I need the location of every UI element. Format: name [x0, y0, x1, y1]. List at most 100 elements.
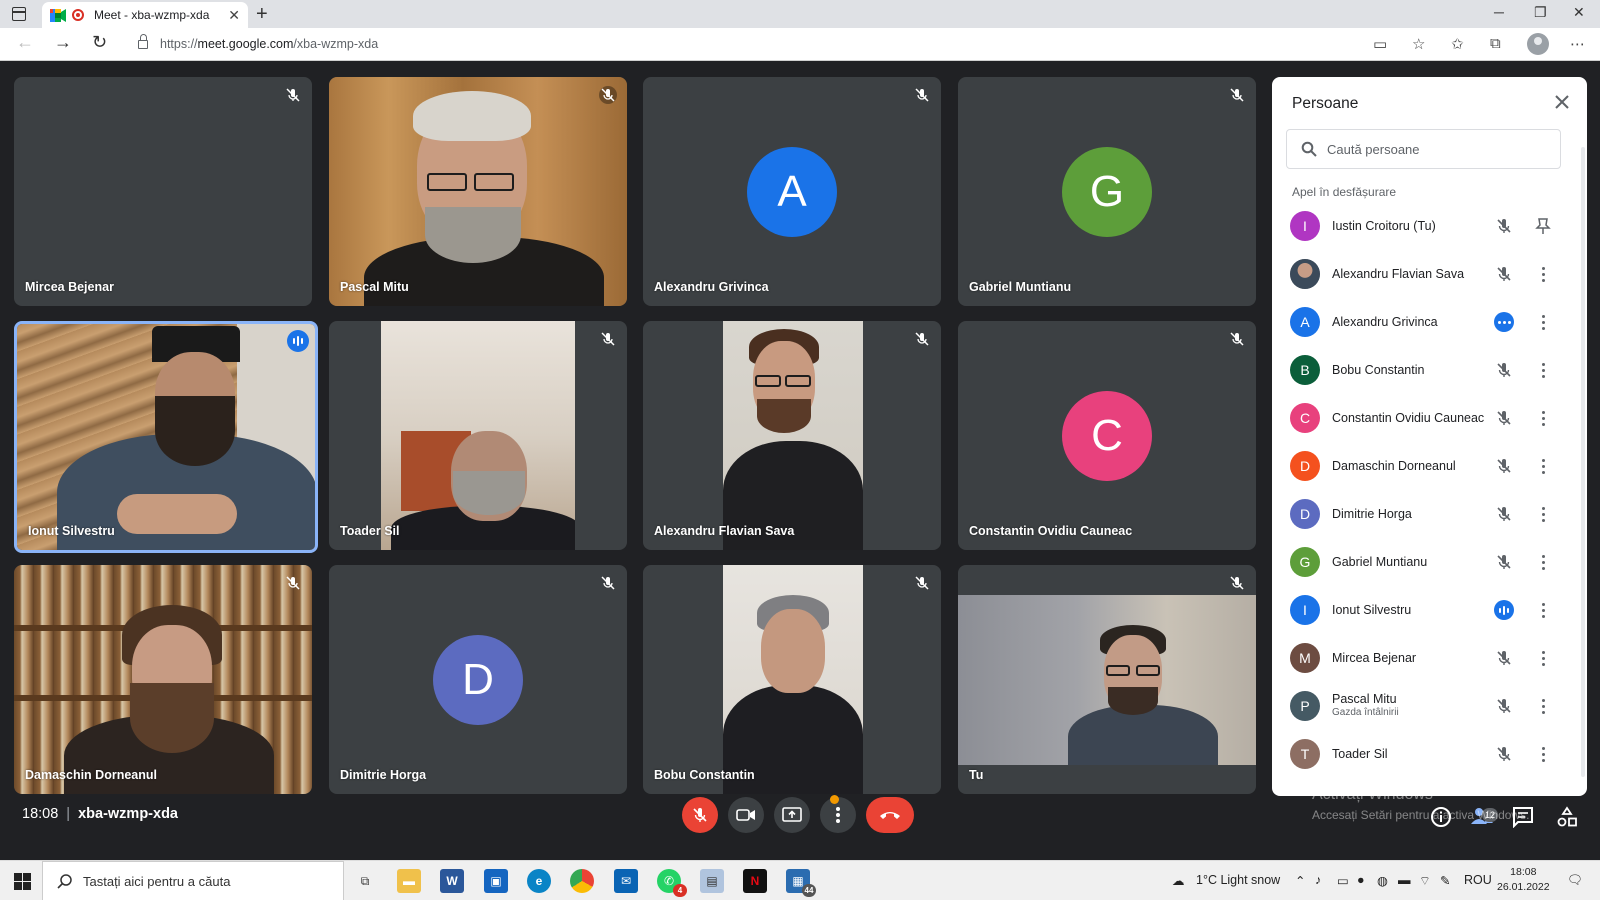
edge-icon[interactable]: e [527, 869, 551, 893]
participant-tile[interactable]: Bobu Constantin [643, 565, 941, 794]
participant-row[interactable]: I Iustin Croitoru (Tu) [1286, 202, 1576, 250]
participant-row[interactable]: P Pascal Mitu Gazda întâlnirii [1286, 682, 1576, 730]
refresh-icon[interactable]: ↻ [92, 32, 107, 53]
muted-mic-icon[interactable] [1494, 264, 1514, 284]
more-options-icon[interactable] [1535, 408, 1551, 428]
participant-row[interactable]: D Damaschin Dorneanul [1286, 442, 1576, 490]
muted-mic-icon[interactable] [1494, 216, 1514, 236]
more-options-icon[interactable] [1535, 360, 1551, 380]
participant-tile[interactable]: Mircea Bejenar [14, 77, 312, 306]
windows-start-icon[interactable] [14, 873, 31, 890]
panel-scrollbar[interactable] [1581, 147, 1585, 777]
participant-tile[interactable]: Damaschin Dorneanul [14, 565, 312, 794]
participant-tile[interactable]: C Constantin Ovidiu Cauneac [958, 321, 1256, 550]
address-bar[interactable]: https://meet.google.com/xba-wzmp-xda [126, 31, 1386, 57]
battery-icon[interactable]: ▭ [1337, 873, 1349, 888]
participant-row[interactable]: D Dimitrie Horga [1286, 490, 1576, 538]
participant-row[interactable]: I Ionut Silvestru [1286, 586, 1576, 634]
muted-mic-icon[interactable] [1494, 552, 1514, 572]
browser-tab-meet[interactable]: Meet - xba-wzmp-xda ✕ [42, 2, 248, 28]
muted-mic-icon[interactable] [1494, 696, 1514, 716]
more-options-icon[interactable] [1535, 552, 1551, 572]
pen-icon[interactable]: ✎ [1440, 873, 1450, 888]
tray-chevron-icon[interactable]: ⌃ [1295, 873, 1305, 888]
favorites-icon[interactable]: ✩ [1451, 35, 1464, 53]
muted-mic-icon[interactable] [1494, 744, 1514, 764]
participant-tile-active-speaker[interactable]: Ionut Silvestru [14, 321, 318, 553]
restore-icon[interactable]: ❐ [1534, 4, 1547, 21]
present-screen-button[interactable] [774, 797, 810, 833]
app-icon[interactable]: ▦ 44 [786, 869, 816, 897]
camera-toggle-button[interactable] [728, 797, 764, 833]
volume-icon[interactable]: ♪ [1315, 873, 1321, 887]
more-options-button[interactable] [820, 797, 856, 833]
close-window-icon[interactable]: ✕ [1573, 4, 1585, 21]
chrome-icon[interactable] [570, 869, 594, 893]
minimize-icon[interactable]: ─ [1494, 4, 1504, 20]
more-options-icon[interactable] [1535, 648, 1551, 668]
tab-actions-icon[interactable] [12, 7, 26, 21]
notepad-icon[interactable]: ▤ [700, 869, 724, 893]
tab-close-icon[interactable]: ✕ [228, 7, 240, 24]
word-icon[interactable]: W [440, 869, 464, 893]
mail-icon[interactable]: ✉ [614, 869, 638, 893]
forward-icon[interactable]: → [54, 32, 72, 53]
more-options-icon[interactable] [1535, 600, 1551, 620]
profile-avatar[interactable] [1527, 33, 1549, 55]
weather-text[interactable]: 1°C Light snow [1196, 873, 1280, 887]
camera-tray-icon[interactable]: ▬ [1398, 873, 1411, 887]
participant-tile[interactable]: Toader Sil [329, 321, 627, 550]
participant-row[interactable]: Alexandru Flavian Sava [1286, 250, 1576, 298]
network-icon[interactable]: ◍ [1377, 873, 1388, 888]
whatsapp-icon[interactable]: ✆ 4 [657, 869, 687, 897]
new-tab-icon[interactable]: + [256, 3, 268, 26]
participant-row[interactable]: B Bobu Constantin [1286, 346, 1576, 394]
language-indicator[interactable]: ROU [1464, 873, 1492, 887]
participant-tile[interactable]: A Alexandru Grivinca [643, 77, 941, 306]
more-options-icon[interactable] [1535, 744, 1551, 764]
muted-mic-icon[interactable] [1494, 360, 1514, 380]
task-view-icon[interactable]: ⧉ [353, 869, 377, 893]
search-people-input[interactable]: Caută persoane [1286, 129, 1561, 169]
more-options-icon[interactable] [1535, 696, 1551, 716]
participant-row[interactable]: T Toader Sil [1286, 730, 1576, 778]
back-icon[interactable]: ← [16, 32, 34, 53]
participant-tile[interactable]: Alexandru Flavian Sava [643, 321, 941, 550]
settings-more-icon[interactable]: ⋯ [1570, 35, 1585, 53]
pin-icon[interactable] [1535, 216, 1551, 236]
microphone-toggle-button[interactable] [682, 797, 718, 833]
participant-row[interactable]: A Alexandru Grivinca [1286, 298, 1576, 346]
system-clock[interactable]: 18:08 26.01.2022 [1497, 865, 1550, 895]
muted-mic-icon[interactable] [1494, 648, 1514, 668]
participant-tile[interactable]: D Dimitrie Horga [329, 565, 627, 794]
more-options-icon[interactable] [1535, 312, 1551, 332]
more-options-icon[interactable] [1535, 264, 1551, 284]
participant-name-text: Pascal Mitu [1332, 692, 1397, 706]
file-explorer-icon[interactable]: ▬ [397, 869, 421, 893]
taskbar-search-box[interactable]: Tastați aici pentru a căuta [42, 861, 344, 900]
leave-call-button[interactable] [866, 797, 914, 833]
store-icon[interactable]: ▣ [484, 869, 508, 893]
participant-row[interactable]: C Constantin Ovidiu Cauneac [1286, 394, 1576, 442]
weather-icon[interactable]: ☁ [1172, 873, 1185, 888]
add-favorite-icon[interactable]: ☆ [1412, 35, 1425, 53]
muted-mic-icon[interactable] [1494, 504, 1514, 524]
microphone-tray-icon[interactable]: ● [1357, 873, 1365, 887]
participant-tile[interactable]: Pascal Mitu [329, 77, 627, 306]
netflix-icon[interactable]: N [743, 869, 767, 893]
notifications-icon[interactable]: 🗨 [1567, 873, 1583, 888]
collections-icon[interactable]: ⧉ [1490, 35, 1501, 52]
wifi-icon[interactable]: ⌔ [1419, 873, 1431, 889]
activities-icon[interactable] [1556, 806, 1578, 828]
participant-tile[interactable]: G Gabriel Muntianu [958, 77, 1256, 306]
more-options-icon[interactable] [1535, 504, 1551, 524]
muted-mic-icon[interactable] [1494, 456, 1514, 476]
muted-mic-icon[interactable] [1494, 408, 1514, 428]
close-icon[interactable] [1553, 93, 1571, 111]
participant-row[interactable]: M Mircea Bejenar [1286, 634, 1576, 682]
participant-row[interactable]: G Gabriel Muntianu [1286, 538, 1576, 586]
more-options-icon[interactable] [1535, 456, 1551, 476]
participant-tile-self[interactable]: Tu [958, 565, 1256, 794]
recording-icon [72, 9, 84, 21]
camera-in-use-icon[interactable]: ▭ [1373, 35, 1387, 53]
